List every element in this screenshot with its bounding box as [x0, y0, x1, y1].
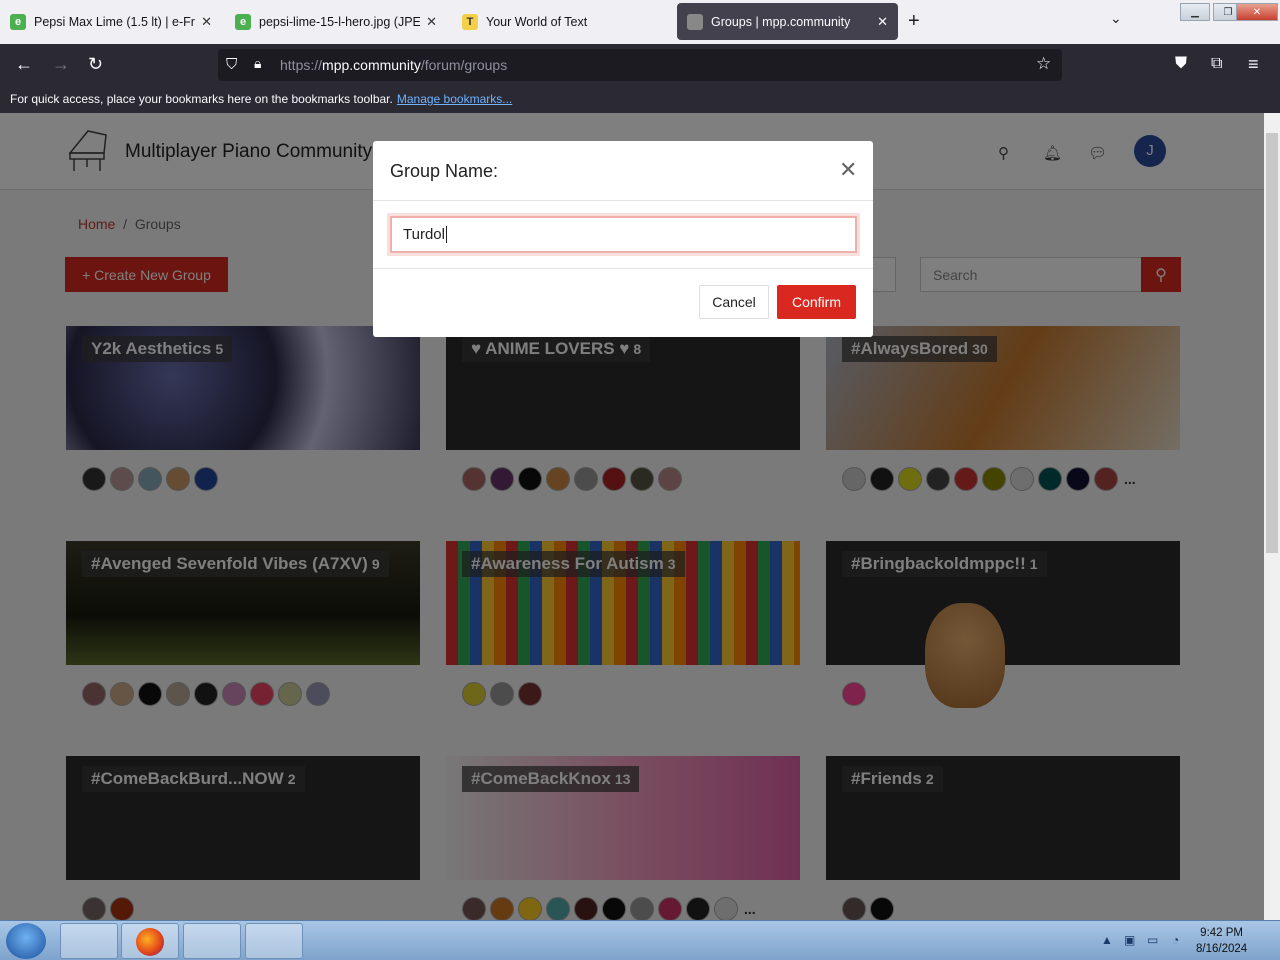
leaf-favicon-icon: e: [235, 13, 251, 30]
vertical-scrollbar[interactable]: [1264, 113, 1280, 920]
firefox-taskbar-button[interactable]: [121, 923, 179, 959]
tray-icon[interactable]: ▣: [1124, 933, 1135, 947]
site-favicon-icon: [687, 13, 703, 30]
new-tab-icon[interactable]: +: [908, 10, 920, 33]
taskbar-app-button[interactable]: [183, 923, 241, 959]
network-icon[interactable]: ◔: [1172, 933, 1179, 947]
taskbar-app-button[interactable]: [60, 923, 118, 959]
bookmarks-message: For quick access, place your bookmarks h…: [10, 92, 393, 106]
close-tab-icon[interactable]: ✕: [877, 14, 888, 30]
text-caret: [445, 226, 447, 243]
tab-title: Pepsi Max Lime (1.5 lt) | e-Fresh: [34, 14, 195, 29]
tray-arrow-icon[interactable]: ▲: [1101, 933, 1113, 947]
taskbar: ▲ ▣ ▭ ◔ 9:42 PM 8/16/2024: [0, 920, 1280, 960]
url-text[interactable]: https://mpp.community/forum/groups: [280, 57, 507, 73]
tab-title: Your World of Text: [486, 14, 588, 29]
address-bar[interactable]: ⛉ 🔒︎ https://mpp.community/forum/groups …: [218, 49, 1062, 81]
manage-bookmarks-link[interactable]: Manage bookmarks...: [397, 92, 512, 106]
clock-date: 8/16/2024: [1196, 943, 1248, 955]
extensions-icon[interactable]: ⧉: [1211, 54, 1222, 74]
tab-pepsi-max[interactable]: e Pepsi Max Lime (1.5 lt) | e-Fresh ✕: [0, 3, 222, 40]
scrollbar-thumb[interactable]: [1266, 133, 1278, 553]
back-icon[interactable]: ←: [15, 54, 33, 74]
divider: [373, 200, 873, 201]
leaf-favicon-icon: e: [10, 13, 26, 30]
browser-tab-bar: e Pepsi Max Lime (1.5 lt) | e-Fresh ✕ e …: [0, 0, 1280, 44]
dialog-title: Group Name:: [390, 161, 499, 181]
star-icon[interactable]: ☆: [1036, 54, 1051, 74]
shield-icon[interactable]: ⛉: [226, 56, 237, 73]
close-tab-icon[interactable]: ✕: [201, 14, 212, 30]
reload-icon[interactable]: ↻: [88, 54, 103, 74]
cancel-button[interactable]: Cancel: [699, 285, 769, 319]
forward-icon[interactable]: →: [52, 54, 70, 74]
confirm-button[interactable]: Confirm: [777, 285, 856, 319]
system-clock[interactable]: 9:42 PM 8/16/2024: [1196, 925, 1247, 957]
input-value: Turdol: [403, 226, 445, 243]
start-button[interactable]: [6, 923, 46, 959]
lock-icon[interactable]: 🔒︎: [254, 55, 261, 72]
chevron-down-icon[interactable]: ⌄: [1110, 10, 1122, 27]
monitor-icon[interactable]: ▭: [1147, 933, 1158, 947]
minimize-icon[interactable]: ▁: [1180, 3, 1210, 21]
text-favicon-icon: T: [462, 13, 478, 30]
tab-title: pepsi-lime-15-l-hero.jpg (JPEG I: [259, 14, 421, 29]
pocket-icon[interactable]: ⛊: [1175, 54, 1187, 74]
taskbar-app-button[interactable]: [245, 923, 303, 959]
tab-pepsi-image[interactable]: e pepsi-lime-15-l-hero.jpg (JPEG I ✕: [225, 3, 447, 40]
bookmarks-toolbar: For quick access, place your bookmarks h…: [0, 86, 1280, 113]
group-name-dialog: Group Name: ✕ Turdol Cancel Confirm: [373, 141, 873, 337]
tab-groups-active[interactable]: Groups | mpp.community ✕: [677, 3, 898, 40]
close-tab-icon[interactable]: ✕: [426, 14, 437, 30]
close-icon[interactable]: ✕: [839, 159, 857, 181]
navigation-toolbar: ← → ↻ ⛉ 🔒︎ https://mpp.community/forum/g…: [0, 44, 1280, 86]
group-name-input[interactable]: Turdol: [390, 216, 857, 253]
tab-title: Groups | mpp.community: [711, 14, 851, 29]
close-window-icon[interactable]: ✕: [1236, 3, 1278, 21]
divider: [373, 268, 873, 269]
tab-world-of-text[interactable]: T Your World of Text: [452, 3, 674, 40]
clock-time: 9:42 PM: [1200, 927, 1243, 939]
firefox-icon: [136, 928, 164, 956]
menu-icon[interactable]: ≡: [1248, 54, 1259, 74]
page-content: Multiplayer Piano Community ⚲ 🔔︎ 💬︎ J Ho…: [0, 113, 1264, 920]
